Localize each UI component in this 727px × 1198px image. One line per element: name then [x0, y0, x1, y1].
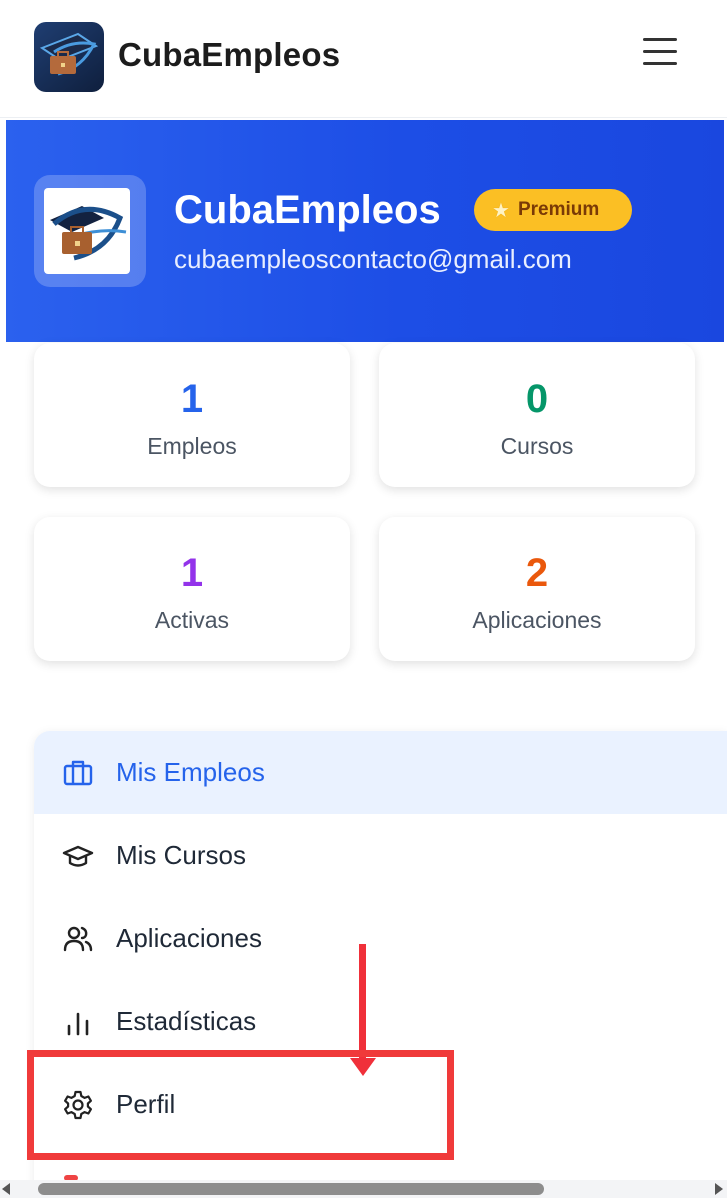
- annotation-highlight-box: [27, 1050, 454, 1160]
- scroll-right-icon[interactable]: [715, 1183, 723, 1195]
- graduation-cap-icon: [60, 838, 96, 874]
- profile-name: CubaEmpleos: [174, 188, 441, 232]
- app-title: CubaEmpleos: [118, 36, 341, 73]
- stat-label: Aplicaciones: [472, 607, 602, 633]
- cubaempleos-logo-icon: [44, 188, 130, 274]
- stat-value: 1: [180, 551, 204, 595]
- premium-badge: ★ Premium: [474, 189, 632, 231]
- cubaempleos-logo-icon[interactable]: [34, 22, 104, 92]
- profile-avatar: [34, 175, 146, 287]
- menu-item-mis-cursos[interactable]: Mis Cursos: [34, 814, 727, 897]
- stat-card-aplicaciones[interactable]: 2 Aplicaciones: [379, 517, 695, 661]
- stat-value: 0: [525, 377, 549, 421]
- stat-value: 1: [180, 377, 204, 421]
- profile-header: CubaEmpleos ★ Premium cubaempleoscontact…: [6, 120, 724, 342]
- stat-value: 2: [525, 551, 549, 595]
- stat-label: Cursos: [500, 433, 574, 459]
- menu-item-mis-empleos[interactable]: Mis Empleos: [34, 731, 727, 814]
- hamburger-menu-icon[interactable]: [640, 38, 680, 74]
- profile-email: cubaempleoscontacto@gmail.com: [174, 244, 572, 274]
- menu-item-aplicaciones[interactable]: Aplicaciones: [34, 897, 727, 980]
- menu-item-label: Aplicaciones: [116, 923, 262, 953]
- top-bar: CubaEmpleos: [0, 0, 727, 118]
- bar-chart-icon: [60, 1004, 96, 1040]
- premium-badge-label: Premium: [517, 199, 600, 220]
- horizontal-scrollbar[interactable]: [0, 1180, 727, 1198]
- stat-label: Activas: [154, 607, 230, 633]
- stat-card-activas[interactable]: 1 Activas: [34, 517, 350, 661]
- stat-label: Empleos: [147, 433, 237, 459]
- stat-card-cursos[interactable]: 0 Cursos: [379, 343, 695, 487]
- annotation-arrow: [359, 944, 366, 1064]
- menu-item-label: Estadísticas: [116, 1006, 257, 1036]
- scrollbar-thumb[interactable]: [38, 1183, 544, 1195]
- star-icon: ★: [492, 199, 510, 222]
- stat-card-empleos[interactable]: 1 Empleos: [34, 343, 350, 487]
- menu-item-label: Mis Cursos: [116, 840, 247, 870]
- briefcase-icon: [60, 755, 96, 791]
- menu-item-label: Mis Empleos: [116, 757, 265, 787]
- users-icon: [60, 921, 96, 957]
- scroll-left-icon[interactable]: [2, 1183, 10, 1195]
